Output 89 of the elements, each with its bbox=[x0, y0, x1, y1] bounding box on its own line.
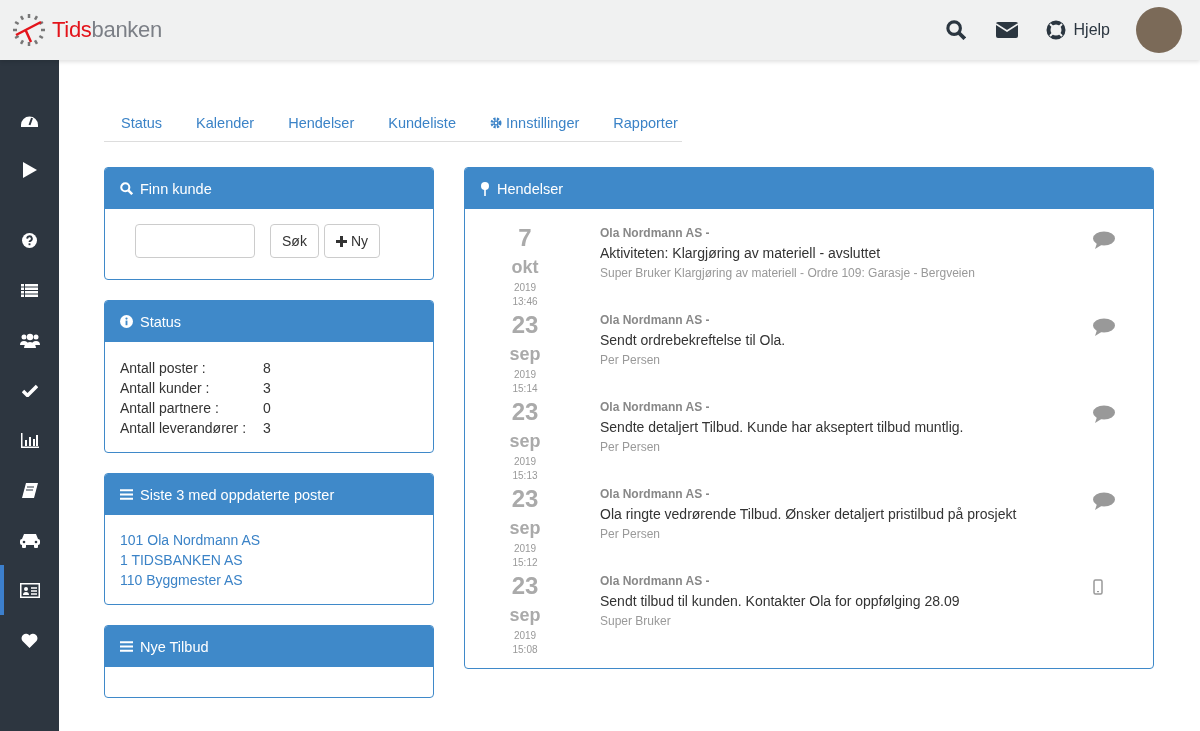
event-detail: Super Bruker bbox=[600, 613, 672, 630]
new-button[interactable]: Ny bbox=[323, 224, 380, 258]
stat-value: 3 bbox=[263, 419, 271, 438]
nav-tab[interactable]: Kundeliste bbox=[371, 105, 473, 141]
event-month: sep bbox=[509, 343, 541, 366]
event-detail: Per Persen bbox=[600, 526, 662, 543]
play-icon bbox=[22, 162, 37, 178]
panel-title: Status bbox=[140, 313, 182, 330]
event-time: 13:46 bbox=[512, 295, 538, 309]
event-customer: Ola Nordmann AS - bbox=[600, 486, 711, 503]
nav-tab[interactable]: Rapporter bbox=[596, 105, 695, 141]
comment-icon bbox=[1093, 318, 1115, 336]
comment-icon bbox=[1093, 405, 1115, 423]
contact-card-icon bbox=[19, 582, 40, 598]
event-month: sep bbox=[509, 430, 541, 453]
event-day: 23 bbox=[511, 571, 539, 601]
stat-label: Antall poster : bbox=[120, 359, 207, 378]
mail-icon[interactable] bbox=[995, 22, 1018, 38]
clock-logo-icon bbox=[12, 13, 46, 47]
panel-title: Hendelser bbox=[497, 180, 564, 197]
event-year: 2019 bbox=[513, 542, 537, 556]
list-icon bbox=[21, 283, 38, 297]
users-icon bbox=[19, 332, 40, 348]
plus-icon bbox=[335, 235, 347, 247]
panel-title: Finn kunde bbox=[140, 180, 212, 197]
customer-search-field[interactable] bbox=[135, 224, 255, 258]
customer-link[interactable]: 110 Byggmester AS bbox=[120, 570, 418, 590]
panel-title: Siste 3 med oppdaterte poster bbox=[140, 486, 335, 503]
avatar[interactable] bbox=[1136, 7, 1182, 53]
stat-label: Antall kunder : bbox=[120, 379, 211, 398]
event-month: okt bbox=[511, 256, 539, 279]
nav-tab[interactable]: Hendelser bbox=[271, 105, 372, 141]
customer-link[interactable]: 101 Ola Nordmann AS bbox=[120, 530, 418, 550]
event-time: 15:14 bbox=[512, 382, 538, 396]
event-text: Sendt tilbud til kunden. Kontakter Ola for oppfølging 28.09 bbox=[600, 592, 961, 611]
event-text: Aktiviteten: Klargjøring av materiell - avsluttet bbox=[600, 244, 882, 263]
event-year: 2019 bbox=[513, 455, 537, 469]
car-icon bbox=[19, 532, 40, 548]
help-icon bbox=[22, 232, 37, 248]
stat-label: Antall leverandører : bbox=[120, 419, 248, 438]
nav-tab[interactable]: Status bbox=[104, 105, 180, 141]
stat-value: 8 bbox=[263, 359, 271, 378]
pin-icon bbox=[480, 181, 490, 196]
event-day: 23 bbox=[511, 484, 539, 514]
customer-link[interactable]: 1 TIDSBANKEN AS bbox=[120, 550, 418, 570]
event-day: 23 bbox=[511, 310, 539, 340]
lifebuoy-icon bbox=[1045, 20, 1066, 40]
help-link[interactable]: Hjelp bbox=[1045, 20, 1110, 40]
event-month: sep bbox=[509, 517, 541, 540]
event-customer: Ola Nordmann AS - bbox=[600, 573, 711, 590]
search-icon[interactable] bbox=[945, 20, 966, 40]
event-text: Ola ringte vedrørende Tilbud. Ønsker detaljert pristilbud på prosjekt bbox=[600, 505, 1018, 524]
event-year: 2019 bbox=[513, 629, 537, 643]
bar-chart-icon bbox=[20, 432, 39, 448]
event-time: 15:08 bbox=[512, 643, 538, 657]
heart-icon bbox=[21, 632, 38, 648]
event-detail: Per Persen bbox=[600, 352, 662, 369]
event-time: 15:12 bbox=[512, 556, 538, 570]
event-day: 7 bbox=[518, 223, 532, 253]
book-icon bbox=[21, 482, 38, 498]
event-year: 2019 bbox=[513, 281, 537, 295]
stat-label: Antall partnere : bbox=[120, 399, 220, 418]
event-day: 23 bbox=[511, 397, 539, 427]
event-month: sep bbox=[509, 604, 541, 627]
event-detail: Super Bruker Klargjøring av materiell - Ordre 109: Garasje - Bergveien bbox=[600, 265, 976, 282]
search-button[interactable]: Søk bbox=[270, 224, 319, 258]
event-year: 2019 bbox=[513, 368, 537, 382]
event-customer: Ola Nordmann AS - bbox=[600, 225, 711, 242]
check-icon bbox=[21, 383, 38, 397]
phone-icon bbox=[1093, 579, 1103, 595]
info-icon bbox=[120, 315, 133, 328]
gear-icon bbox=[489, 117, 502, 129]
event-text: Sendt ordrebekreftelse til Ola. bbox=[600, 331, 787, 350]
brand-name: Tidsbanken bbox=[52, 17, 162, 43]
stat-value: 0 bbox=[263, 399, 271, 418]
nav-tab[interactable]: Innstillinger bbox=[472, 105, 597, 141]
menu-icon bbox=[120, 641, 133, 652]
comment-icon bbox=[1093, 231, 1115, 249]
nav-tab[interactable]: Kalender bbox=[179, 105, 272, 141]
event-text: Sendte detaljert Tilbud. Kunde har akseptert tilbud muntlig. bbox=[600, 418, 965, 437]
event-customer: Ola Nordmann AS - bbox=[600, 312, 711, 329]
menu-icon bbox=[120, 489, 133, 500]
stat-value: 3 bbox=[263, 379, 271, 398]
event-time: 15:13 bbox=[512, 469, 538, 483]
event-detail: Per Persen bbox=[600, 439, 662, 456]
comment-icon bbox=[1093, 492, 1115, 510]
event-customer: Ola Nordmann AS - bbox=[600, 399, 711, 416]
panel-title: Nye Tilbud bbox=[140, 638, 209, 655]
magnifier-icon bbox=[120, 182, 133, 195]
